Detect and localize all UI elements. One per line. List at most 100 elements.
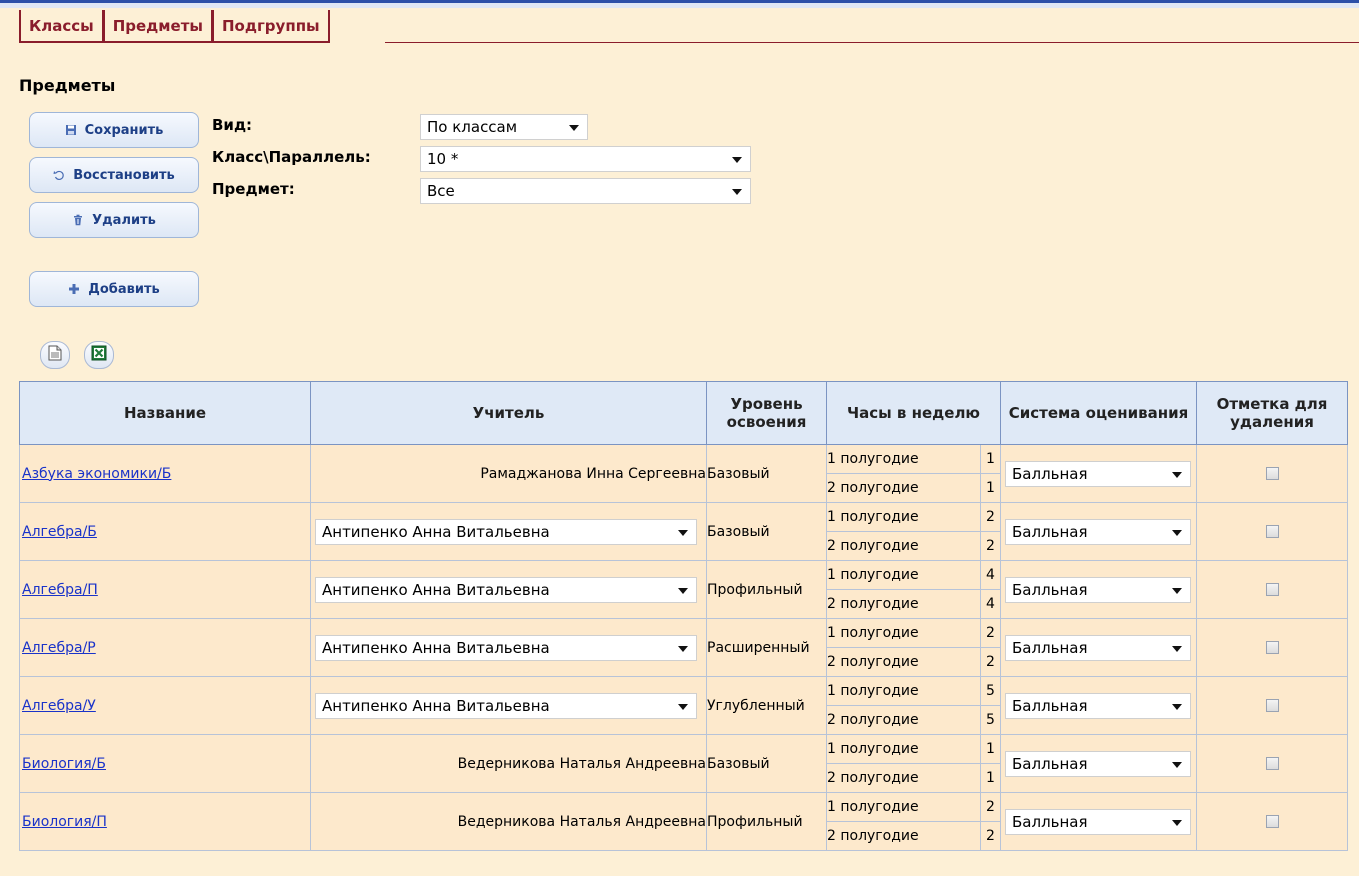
name-cell: Биология/Б — [19, 734, 311, 793]
tab-subjects[interactable]: Предметы — [102, 10, 213, 43]
subject-link[interactable]: Алгебра/Б — [20, 524, 97, 540]
grading-select[interactable]: Балльная — [1005, 460, 1191, 487]
excel-icon — [91, 345, 107, 365]
delete-checkbox[interactable] — [1265, 699, 1279, 712]
subject-link[interactable]: Биология/Б — [20, 756, 106, 772]
grading-select[interactable]: Балльная — [1005, 634, 1191, 661]
grading-select[interactable]: Балльная — [1005, 808, 1191, 835]
half-year-1-hours: 5 — [980, 676, 1001, 706]
table-row: Алгебра/Б Антипенко Анна Витальевна Базовы… — [19, 502, 1348, 561]
grading-cell: Балльная — [1000, 502, 1197, 561]
class-select[interactable]: 10 * — [420, 146, 751, 172]
half-year-2-hours: 2 — [980, 531, 1001, 561]
subject-link[interactable]: Алгебра/П — [20, 582, 98, 598]
delete-checkbox[interactable] — [1265, 641, 1279, 654]
table-row: Алгебра/Р Антипенко Анна Витальевна Расшир… — [19, 618, 1348, 677]
add-button-label: Добавить — [88, 281, 160, 297]
tab-subgroups[interactable]: Подгруппы — [212, 10, 330, 43]
delete-checkbox[interactable] — [1265, 467, 1279, 480]
header-mark[interactable]: Отметка для удаления — [1196, 381, 1348, 445]
header-name[interactable]: Название — [19, 381, 311, 445]
grading-select[interactable]: Балльная — [1005, 518, 1191, 545]
subject-select[interactable]: Все — [420, 178, 751, 204]
teacher-cell: Ведерникова Наталья Андреевна — [310, 734, 707, 793]
view-select[interactable]: По классам — [420, 114, 588, 140]
name-cell: Алгебра/Б — [19, 502, 311, 561]
delete-button[interactable]: Удалить — [29, 202, 199, 238]
undo-icon — [53, 169, 65, 181]
grading-select-value: Балльная — [1012, 696, 1088, 715]
subject-link[interactable]: Биология/П — [20, 814, 107, 830]
header-teacher[interactable]: Учитель — [310, 381, 707, 445]
teacher-select-value: Антипенко Анна Витальевна — [322, 696, 550, 715]
add-button[interactable]: Добавить — [29, 271, 199, 307]
tab-classes[interactable]: Классы — [19, 10, 104, 43]
half-year-1-label: 1 полугодие — [826, 734, 981, 764]
save-button-label: Сохранить — [84, 122, 164, 138]
view-select-value: По классам — [427, 118, 518, 136]
restore-button[interactable]: Восстановить — [29, 157, 199, 193]
grading-select-value: Балльная — [1012, 464, 1088, 483]
header-grading[interactable]: Система оценивания — [1000, 381, 1197, 445]
name-cell: Алгебра/У — [19, 676, 311, 735]
half-year-1-label: 1 полугодие — [826, 444, 981, 474]
name-cell: Азбука экономики/Б — [19, 444, 311, 503]
grading-select-value: Балльная — [1012, 754, 1088, 773]
save-button[interactable]: Сохранить — [29, 112, 199, 148]
grading-cell: Балльная — [1000, 792, 1197, 851]
grading-select-value: Балльная — [1012, 638, 1088, 657]
tab-baseline — [385, 42, 1359, 43]
level-cell: Профильный — [706, 560, 827, 619]
teacher-select[interactable]: Антипенко Анна Витальевна — [315, 634, 697, 661]
chevron-down-icon — [1172, 529, 1182, 536]
mark-cell — [1196, 734, 1348, 793]
mark-cell — [1196, 676, 1348, 735]
half-year-2-label: 2 полугодие — [826, 589, 981, 619]
header-level[interactable]: Уровень освоения — [706, 381, 827, 445]
table-row: Биология/П Ведерникова Наталья Андреевна П… — [19, 792, 1348, 851]
grading-select[interactable]: Балльная — [1005, 750, 1191, 777]
delete-checkbox[interactable] — [1265, 525, 1279, 538]
excel-export-button[interactable] — [84, 341, 114, 369]
delete-checkbox[interactable] — [1265, 757, 1279, 770]
teacher-select[interactable]: Антипенко Анна Витальевна — [315, 692, 697, 719]
half-year-2-hours: 2 — [980, 821, 1001, 851]
document-icon — [48, 345, 62, 365]
teacher-cell: Антипенко Анна Витальевна — [310, 676, 707, 735]
class-label: Класс\Параллель: — [212, 148, 371, 166]
half-year-1-hours: 4 — [980, 560, 1001, 590]
subject-link[interactable]: Алгебра/Р — [20, 640, 96, 656]
table-row: Алгебра/У Антипенко Анна Витальевна Углубл… — [19, 676, 1348, 735]
grading-select-value: Балльная — [1012, 580, 1088, 599]
grading-select[interactable]: Балльная — [1005, 692, 1191, 719]
chevron-down-icon — [678, 645, 688, 652]
half-year-1-hours: 2 — [980, 792, 1001, 822]
delete-checkbox[interactable] — [1265, 815, 1279, 828]
teacher-select-value: Антипенко Анна Витальевна — [322, 580, 550, 599]
teacher-select[interactable]: Антипенко Анна Витальевна — [315, 576, 697, 603]
half-year-1-hours: 2 — [980, 502, 1001, 532]
half-year-1-hours: 1 — [980, 734, 1001, 764]
grading-select[interactable]: Балльная — [1005, 576, 1191, 603]
half-year-1-label: 1 полугодие — [826, 792, 981, 822]
subject-link[interactable]: Азбука экономики/Б — [20, 466, 171, 482]
grading-cell: Балльная — [1000, 676, 1197, 735]
class-select-value: 10 * — [427, 150, 459, 168]
teacher-select[interactable]: Антипенко Анна Витальевна — [315, 518, 697, 545]
chevron-down-icon — [569, 125, 579, 131]
name-cell: Алгебра/Р — [19, 618, 311, 677]
grading-cell: Балльная — [1000, 444, 1197, 503]
half-year-2-label: 2 полугодие — [826, 705, 981, 735]
level-cell: Профильный — [706, 792, 827, 851]
half-year-1-label: 1 полугодие — [826, 560, 981, 590]
subject-link[interactable]: Алгебра/У — [20, 698, 96, 714]
view-label: Вид: — [212, 116, 253, 134]
report-button[interactable] — [40, 341, 70, 369]
delete-checkbox[interactable] — [1265, 583, 1279, 596]
level-cell: Расширенный — [706, 618, 827, 677]
teacher-cell: Антипенко Анна Витальевна — [310, 560, 707, 619]
mark-cell — [1196, 560, 1348, 619]
delete-button-label: Удалить — [92, 212, 156, 228]
header-hours[interactable]: Часы в неделю — [826, 381, 1001, 445]
teacher-cell: Рамаджанова Инна Сергеевна — [310, 444, 707, 503]
